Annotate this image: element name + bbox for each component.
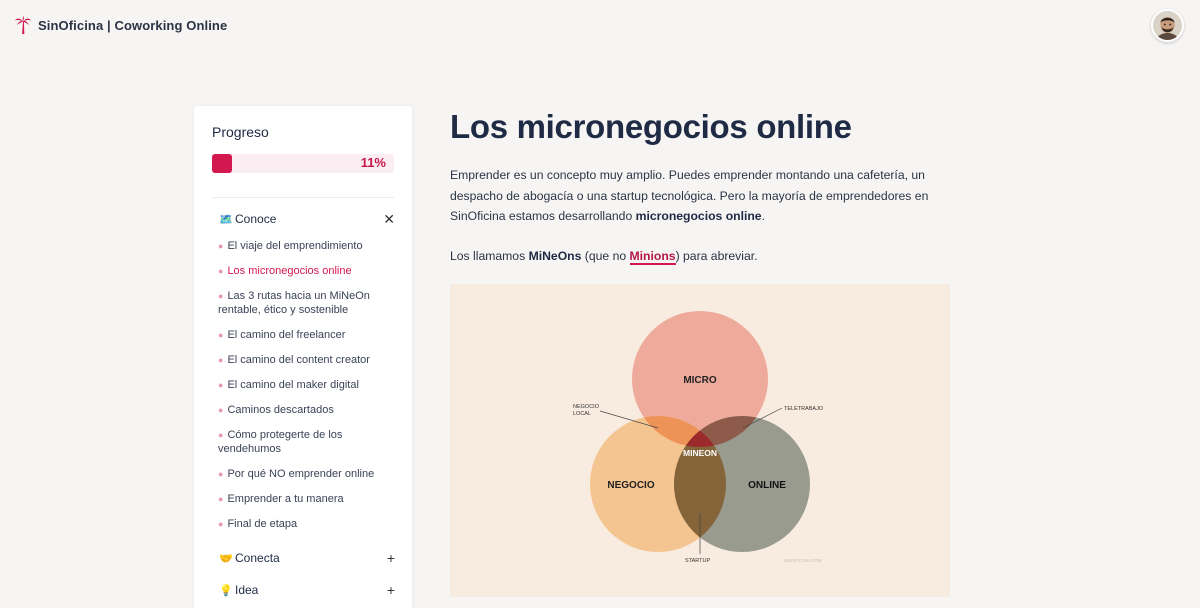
progress-title: Progreso [212,124,269,140]
section-idea-header[interactable]: 💡 Idea + [219,579,395,601]
annotation-negocio-local-2: LOCAL [573,411,591,417]
mineons-bold: MiNeOns [528,248,582,263]
progress-bar-fill [212,154,233,173]
bullet-dot-icon: ● [218,430,224,440]
label-micro: MICRO [683,375,717,386]
mineons-text-mid: (que no [581,248,630,263]
sidebar-divider [212,197,394,198]
lesson-item[interactable]: ● Emprender a tu manera [212,487,394,512]
intro-paragraph: Emprender es un concepto muy amplio. Pue… [450,165,950,227]
lesson-label: El camino del maker digital [227,379,359,391]
bullet-dot-icon: ● [218,291,224,301]
section-idea-label-group: 💡 Idea [219,583,258,597]
lesson-label: Caminos descartados [227,404,334,416]
intro-bold: micronegocios online [635,209,762,223]
bullet-dot-icon: ● [218,355,224,365]
expand-icon[interactable]: + [387,550,395,566]
section-conoce-label-group: 🗺️ Conoce [219,212,276,226]
lesson-label: Los micronegocios online [227,265,352,277]
lesson-item[interactable]: ● El camino del freelancer [212,323,394,348]
lesson-label: El camino del content creator [227,354,370,366]
bullet-dot-icon: ● [218,519,224,529]
handshake-icon: 🤝 [219,552,233,565]
lesson-item[interactable]: ● Caminos descartados [212,398,394,423]
lesson-item[interactable]: ● El viaje del emprendimiento [212,234,394,259]
course-sidebar: Progreso 11% 🗺️ Conoce ✕ ● El viaje del e… [194,106,412,608]
progress-bar: 11% [212,154,394,173]
lesson-item[interactable]: ● Los micronegocios online [212,259,394,284]
label-negocio: NEGOCIO [607,480,654,491]
mineons-paragraph: Los llamamos MiNeOns (que no Minions) pa… [450,246,950,267]
mineons-text-end: ) para abreviar. [675,248,758,263]
minions-link[interactable]: Minions [629,248,676,265]
lesson-label: Cómo protegerte de los vendehumos [218,429,343,455]
annotation-negocio-local-1: NEGOCIO [573,404,600,410]
lesson-list: ● El viaje del emprendimiento ● Los microne… [212,234,394,537]
map-icon: 🗺️ [219,213,233,226]
bullet-dot-icon: ● [218,380,224,390]
bullet-dot-icon: ● [218,405,224,415]
section-conecta-label-group: 🤝 Conecta [219,551,280,565]
mineons-text-start: Los llamamos [450,248,529,263]
section-conecta-header[interactable]: 🤝 Conecta + [219,547,395,569]
section-idea-label: Idea [235,583,259,597]
lightbulb-icon: 💡 [219,584,233,597]
lesson-label: Por qué NO emprender online [227,468,375,480]
lesson-item[interactable]: ● Las 3 rutas hacia un MiNeOn rentable, é… [212,284,394,323]
label-mineon: MINEON [683,448,717,458]
lesson-label: El camino del freelancer [227,329,346,341]
annotation-startup: STARTUP [685,558,710,564]
top-bar: SinOficina | Coworking Online [0,0,1200,50]
intro-end: . [761,209,765,223]
section-conoce-label: Conoce [235,212,277,226]
venn-watermark: SINOFICINA.COM [784,558,822,563]
brand-title: SinOficina | Coworking Online [38,17,228,33]
bullet-dot-icon: ● [218,266,224,276]
bullet-dot-icon: ● [218,469,224,479]
lesson-label: Emprender a tu manera [227,493,344,505]
section-conoce-header[interactable]: 🗺️ Conoce ✕ [219,208,395,230]
lesson-content: Los micronegocios online Emprender es un… [450,106,950,266]
page-title: Los micronegocios online [450,108,852,145]
brand-link[interactable]: SinOficina | Coworking Online [14,15,227,35]
expand-icon[interactable]: + [387,582,395,598]
user-avatar[interactable] [1151,8,1184,42]
bullet-dot-icon: ● [218,241,224,251]
lesson-item[interactable]: ● Final de etapa [212,512,394,537]
palm-tree-logo-icon [14,16,32,34]
bullet-dot-icon: ● [218,494,224,504]
lesson-label: Las 3 rutas hacia un MiNeOn rentable, ét… [218,290,370,316]
lesson-item[interactable]: ● El camino del content creator [212,348,394,373]
lesson-item[interactable]: ● El camino del maker digital [212,373,394,398]
progress-percent: 11% [360,155,386,170]
lesson-item[interactable]: ● Por qué NO emprender online [212,462,394,487]
section-conecta-label: Conecta [235,551,280,565]
venn-svg: MICRO NEGOCIO ONLINE MINEON NEGOCIO LOCA… [450,284,950,597]
user-avatar-image [1153,10,1182,40]
lesson-item[interactable]: ● Cómo protegerte de los vendehumos [212,423,394,462]
label-online: ONLINE [748,480,786,491]
bullet-dot-icon: ● [218,330,224,340]
collapse-icon[interactable]: ✕ [383,211,395,228]
lesson-label: El viaje del emprendimiento [227,240,363,252]
mineon-venn-diagram: MICRO NEGOCIO ONLINE MINEON NEGOCIO LOCA… [450,284,950,597]
lesson-label: Final de etapa [227,518,298,530]
annotation-teletrabajo: TELETRABAJO [784,406,824,412]
